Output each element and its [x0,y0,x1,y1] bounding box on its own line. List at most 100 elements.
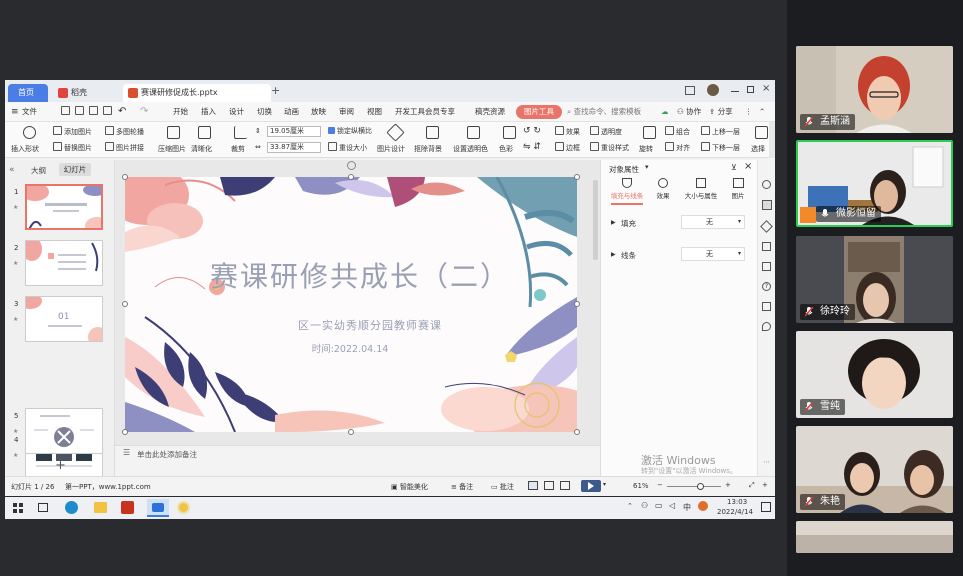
slide-thumbnail-2[interactable] [25,240,103,286]
tab-picture[interactable]: 图片 [725,178,751,201]
meeting-app-icon[interactable] [147,499,169,517]
participant-tile-active[interactable]: 微影恒留 [796,140,953,227]
zoom-slider-knob[interactable] [697,483,704,490]
zoom-out-icon[interactable]: − [657,481,663,489]
minimize-icon[interactable] [731,91,739,92]
replace-picture-button[interactable]: 替换图片 [53,142,92,153]
fill-select[interactable]: 无 ▾ [681,215,745,229]
insert-shape-button[interactable]: 插入形状 [11,144,39,154]
color-button[interactable]: 色彩 [499,144,513,154]
side-copy-icon[interactable] [762,242,771,251]
smart-beautify-button[interactable]: ▣ 智能美化 [391,482,428,492]
height-input[interactable]: 19.05厘米 [267,126,321,137]
set-transparent-button[interactable]: 设置透明色 [453,144,488,154]
side-image-icon[interactable] [762,302,771,311]
reading-view-icon[interactable] [560,481,570,490]
selection-handle[interactable] [348,429,354,435]
tab-outline[interactable]: 大纲 [31,165,46,176]
flip-icon[interactable]: ⇋ ⇵ [523,142,541,152]
window-layout-icon[interactable] [685,86,695,95]
menu-item[interactable]: 稿壳资源 [475,106,505,118]
selection-handle[interactable] [122,301,128,307]
reset-style-button[interactable]: 重设样式 [590,142,629,153]
crop-button[interactable]: 裁剪 [231,144,245,154]
tab-size-props[interactable]: 大小与属性 [679,178,723,201]
fit-window-icon[interactable]: ⤢ [749,481,755,490]
rotate-button[interactable]: 旋转 [639,144,653,154]
cloud-sync-icon[interactable]: ☁ [661,106,669,118]
side-more-icon[interactable]: ⋯ [763,458,770,466]
notes-bar[interactable]: ☰ 单击此处添加备注 [115,445,600,460]
collapse-panel-icon[interactable]: « [9,165,15,175]
picture-design-button[interactable]: 图片设计 [377,144,405,154]
tab-fill-line[interactable]: 填充与线条 [609,178,645,201]
side-shape-icon[interactable] [762,180,771,189]
input-language[interactable]: 中 [683,502,691,513]
slide-date[interactable]: 时间:2022.04.14 [245,341,455,355]
slide-title[interactable]: 赛课研修共成长（二） [190,255,530,295]
slide-subtitle[interactable]: 区一实幼秀顺分园教师赛课 [245,317,495,333]
user-avatar[interactable] [707,84,719,96]
panel-dropdown-icon[interactable]: ▾ [645,163,649,171]
tray-people-icon[interactable]: ⚇ [641,501,648,510]
tray-network-icon[interactable]: ▭ [655,501,663,510]
selection-handle[interactable] [574,174,580,180]
play-slideshow-button[interactable] [581,480,601,492]
ribbon-scrollbar[interactable] [769,122,775,158]
align-button[interactable]: 对齐 [665,142,690,153]
line-select[interactable]: 无 ▾ [681,247,745,261]
menu-item[interactable]: 插入 [201,106,216,118]
tab-slides[interactable]: 幻灯片 [59,163,91,176]
select-button[interactable]: 选择 [751,144,765,154]
undo-icon[interactable]: ↶ [118,106,126,118]
more-menu-icon[interactable]: ⋮ [745,106,753,118]
file-explorer-icon[interactable] [94,502,107,513]
participant-tile[interactable]: 朱艳 [796,426,953,513]
selection-handle[interactable] [574,301,580,307]
panel-close-icon[interactable]: × [744,161,752,172]
close-icon[interactable]: × [762,83,770,94]
group-button[interactable]: 组合 [665,126,690,137]
tab-home[interactable]: 首页 [8,84,48,102]
search-command[interactable]: ⌕ 查找命令、搜索模板 [567,106,641,118]
picture-combine-button[interactable]: 图片拼接 [105,142,144,153]
panel-pin-icon[interactable]: ⊻ [731,163,737,172]
collab-button[interactable]: ⚇ 协作 [677,106,701,118]
tray-app-icon[interactable] [698,501,708,511]
chrome-icon[interactable] [177,501,190,514]
menu-item[interactable]: 设计 [229,106,244,118]
menu-hamburger-icon[interactable]: ≡ [11,106,19,118]
sorter-view-icon[interactable] [544,481,554,490]
menu-item[interactable]: 放映 [311,106,326,118]
new-tab-button[interactable]: + [271,84,280,97]
effects-button[interactable]: 效果 [555,126,580,137]
participant-tile[interactable]: 孟斯涵 [796,46,953,133]
menu-picture-tools[interactable]: 图片工具 [516,105,562,119]
tab-effects[interactable]: 效果 [649,178,677,201]
participant-tile[interactable]: 雪纯 [796,331,953,418]
vertical-scrollbar[interactable] [593,180,598,260]
menu-item[interactable]: 动画 [284,106,299,118]
collapse-ribbon-icon[interactable]: ⌃ [759,106,765,118]
notes-toggle-button[interactable]: ≡ 备注 [451,482,473,492]
side-help-icon[interactable]: ? [762,282,771,291]
side-adjust-icon[interactable] [762,200,772,210]
comment-button[interactable]: ▭ 批注 [491,482,514,492]
tab-file[interactable]: 赛课研修促成长.pptx [123,84,271,102]
menu-item[interactable]: 开始 [173,106,188,118]
slide-thumbnail-1[interactable] [25,184,103,230]
compress-picture-button[interactable]: 压缩图片 [158,144,186,154]
transparency-button[interactable]: 透明度 [590,126,622,137]
side-edit-icon[interactable] [762,262,771,271]
menu-item[interactable]: 开发工具 [395,106,425,118]
normal-view-icon[interactable] [528,481,538,490]
participant-tile[interactable] [796,521,953,553]
tray-up-icon[interactable]: ⌃ [627,502,633,510]
selection-handle[interactable] [348,174,354,180]
menu-file[interactable]: 文件 [22,106,37,118]
side-pin-icon[interactable] [760,220,773,233]
remove-bg-button[interactable]: 抠除背景 [414,144,442,154]
border-button[interactable]: 边框 [555,142,580,153]
add-slide-button[interactable]: + [55,458,66,473]
slide-canvas[interactable]: 赛课研修共成长（二） 区一实幼秀顺分园教师赛课 时间:2022.04.14 [125,177,577,432]
